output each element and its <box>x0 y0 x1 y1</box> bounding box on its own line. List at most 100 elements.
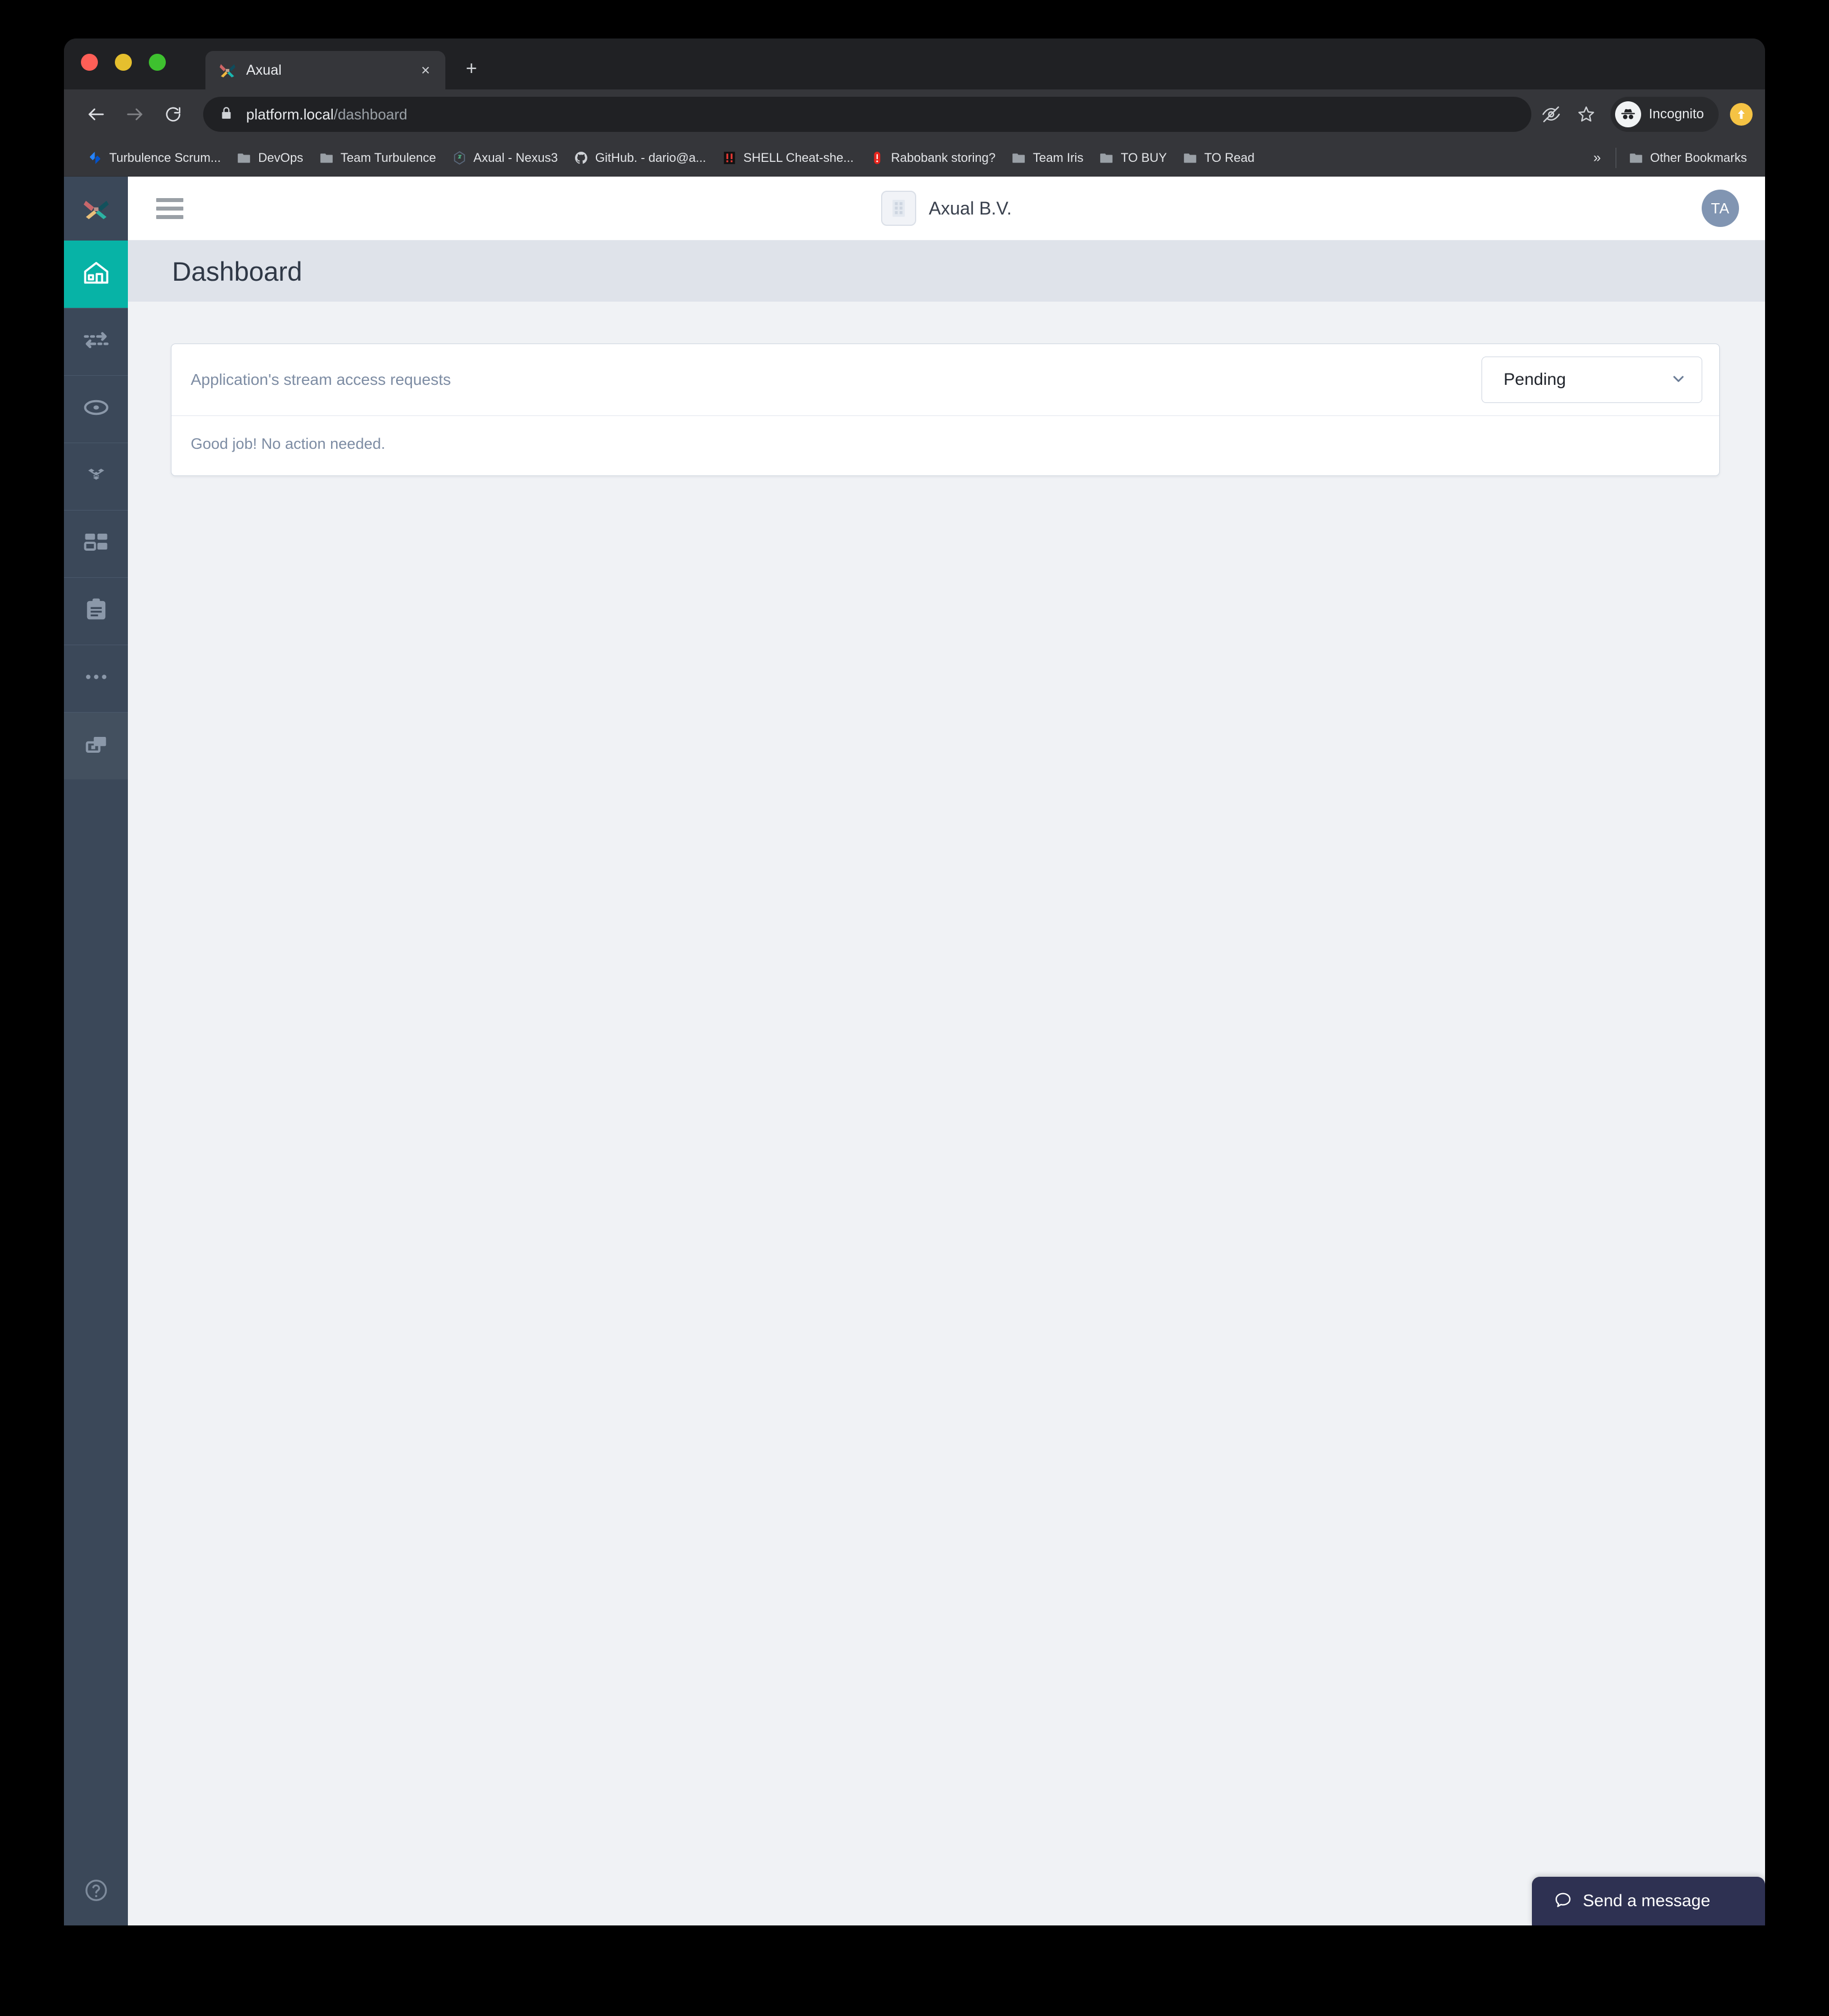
grid-blocks-icon <box>81 527 111 560</box>
card-title: Application's stream access requests <box>191 371 451 388</box>
chat-widget-button[interactable]: Send a message <box>1532 1877 1765 1925</box>
bookmark-to-read[interactable]: TO Read <box>1175 144 1263 172</box>
bookmark-to-buy[interactable]: TO BUY <box>1091 144 1175 172</box>
maximize-window-button[interactable] <box>149 54 166 71</box>
incognito-icon <box>1615 101 1641 127</box>
sidebar-item-applications[interactable] <box>64 510 128 577</box>
incognito-label: Incognito <box>1648 106 1704 122</box>
help-circle-icon <box>83 1877 109 1906</box>
other-bookmarks-label: Other Bookmarks <box>1650 150 1747 165</box>
card-header: Application's stream access requests Pen… <box>171 344 1719 416</box>
copy-windows-icon <box>81 730 111 762</box>
cluster-icon <box>81 460 111 492</box>
bookmarks-bar: Turbulence Scrum... DevOps Team Turbulen… <box>64 139 1765 177</box>
exchange-arrows-icon <box>81 325 111 358</box>
sidebar-item-environments[interactable] <box>64 712 128 779</box>
building-icon <box>881 191 917 226</box>
ellipsis-icon <box>81 662 111 694</box>
sidebar-item-audit[interactable] <box>64 577 128 645</box>
sidebar-item-streams[interactable] <box>64 308 128 375</box>
url-host: platform.local <box>246 105 334 123</box>
sidebar-item-help[interactable] <box>64 1858 128 1925</box>
url-path: /dashboard <box>333 105 407 123</box>
sidebar-item-more[interactable] <box>64 645 128 712</box>
bookmark-shell-cheatsheet[interactable]: SHELL Cheat-she... <box>714 144 862 172</box>
bookmark-rabobank-storing[interactable]: Rabobank storing? <box>862 144 1004 172</box>
bookmark-label: Turbulence Scrum... <box>109 150 221 165</box>
bookmark-axual-nexus3[interactable]: Axual - Nexus3 <box>444 144 566 172</box>
hamburger-bar <box>156 198 183 202</box>
page-content: Application's stream access requests Pen… <box>128 302 1765 1925</box>
star-icon[interactable] <box>1570 98 1603 131</box>
toolbar-right-actions: Incognito <box>1535 97 1753 132</box>
nexus-icon <box>452 151 467 165</box>
app-header: Axual B.V. TA <box>128 177 1765 241</box>
avatar[interactable]: TA <box>1702 190 1739 227</box>
minimize-window-button[interactable] <box>115 54 132 71</box>
bookmark-label: SHELL Cheat-she... <box>743 150 854 165</box>
folder-icon <box>1099 151 1114 165</box>
clipboard-icon <box>81 595 111 627</box>
status-filter-select[interactable]: Pending <box>1482 357 1702 403</box>
browser-toolbar: platform.local/dashboard Incognito <box>64 89 1765 139</box>
address-bar[interactable]: platform.local/dashboard <box>203 97 1531 132</box>
back-arrow-icon[interactable] <box>79 97 114 132</box>
bookmark-label: Rabobank storing? <box>891 150 996 165</box>
tab-strip: Axual × + <box>64 38 1765 89</box>
sidebar-logo[interactable] <box>64 177 128 241</box>
close-icon[interactable]: × <box>416 61 435 80</box>
bookmark-label: Team Turbulence <box>340 150 436 165</box>
sidebar-item-dashboard[interactable] <box>64 241 128 308</box>
folder-icon <box>319 151 334 165</box>
folder-icon <box>1629 151 1643 165</box>
update-arrow-icon[interactable] <box>1730 103 1753 126</box>
app-viewport: Axual B.V. TA Dashboard Application's st… <box>64 177 1765 1925</box>
browser-tab[interactable]: Axual × <box>205 51 445 89</box>
folder-icon <box>1183 151 1197 165</box>
app-sidebar <box>64 177 128 1925</box>
axual-logo-icon <box>218 61 237 80</box>
chat-bubble-icon <box>1553 1890 1573 1912</box>
target-icon <box>81 393 111 425</box>
sidebar-item-topics[interactable] <box>64 375 128 443</box>
folder-icon <box>237 151 251 165</box>
org-name: Axual B.V. <box>929 198 1012 218</box>
bookmark-github[interactable]: GitHub. - dario@a... <box>566 144 714 172</box>
chat-widget-label: Send a message <box>1583 1891 1711 1910</box>
stream-access-requests-card: Application's stream access requests Pen… <box>171 344 1720 476</box>
org-identity: Axual B.V. <box>128 191 1765 226</box>
bookmarks-overflow-button[interactable]: » <box>1583 150 1611 166</box>
empty-state-text: Good job! No action needed. <box>191 435 385 452</box>
address-bar-url: platform.local/dashboard <box>246 106 407 123</box>
hamburger-bar <box>156 215 183 219</box>
github-icon <box>574 151 589 165</box>
chevron-down-icon <box>1670 370 1687 390</box>
app-main: Axual B.V. TA Dashboard Application's st… <box>128 177 1765 1925</box>
window-traffic-lights <box>81 54 166 71</box>
bookmark-devops[interactable]: DevOps <box>229 144 311 172</box>
bookmark-label: TO Read <box>1204 150 1255 165</box>
bookmark-team-turbulence[interactable]: Team Turbulence <box>311 144 444 172</box>
other-bookmarks-button[interactable]: Other Bookmarks <box>1621 144 1755 172</box>
eye-off-icon[interactable] <box>1535 98 1568 131</box>
bookmark-turbulence-scrum[interactable]: Turbulence Scrum... <box>80 144 229 172</box>
bookmark-label: GitHub. - dario@a... <box>595 150 706 165</box>
forward-arrow-icon[interactable] <box>117 97 152 132</box>
folder-icon <box>1011 151 1026 165</box>
tab-title: Axual <box>246 62 282 78</box>
close-window-button[interactable] <box>81 54 98 71</box>
hamburger-bar <box>156 206 183 211</box>
incognito-indicator[interactable]: Incognito <box>1610 97 1719 132</box>
hamburger-icon[interactable] <box>156 198 183 219</box>
jira-icon <box>88 151 102 165</box>
lock-icon <box>219 106 234 123</box>
bookmark-label: TO BUY <box>1120 150 1167 165</box>
sidebar-item-connectors[interactable] <box>64 443 128 510</box>
alert-icon <box>870 151 885 165</box>
new-tab-button[interactable]: + <box>459 57 484 82</box>
status-filter-value: Pending <box>1504 370 1566 389</box>
bookmark-team-iris[interactable]: Team Iris <box>1003 144 1091 172</box>
reload-icon[interactable] <box>156 97 191 132</box>
bookmark-label: Axual - Nexus3 <box>473 150 558 165</box>
